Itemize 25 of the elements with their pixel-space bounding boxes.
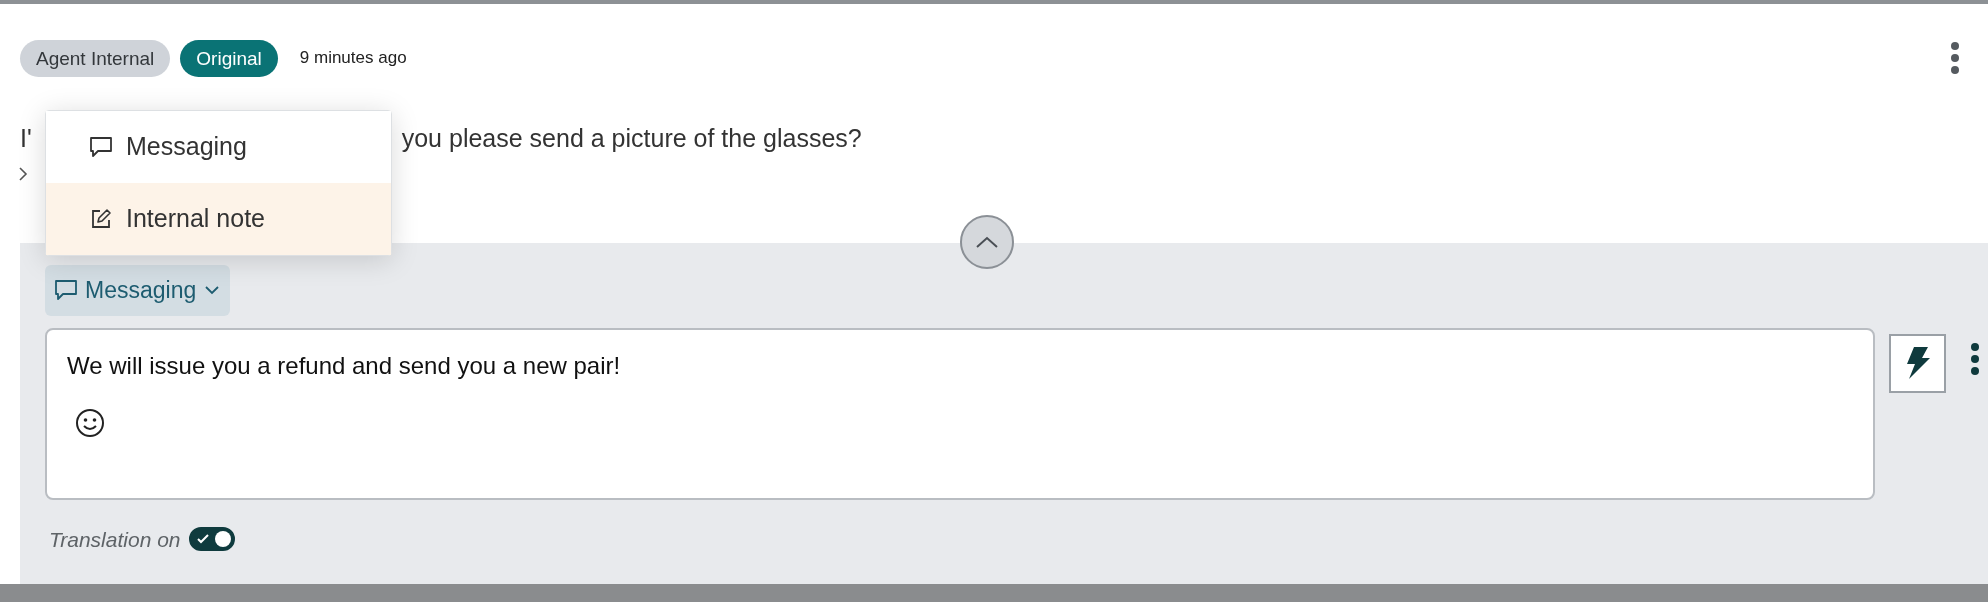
channel-dropdown[interactable]: Messaging xyxy=(45,265,231,316)
collapse-button[interactable] xyxy=(960,215,1014,269)
more-icon xyxy=(1970,341,1980,376)
caret-icon xyxy=(204,285,221,296)
translation-label: Translation on xyxy=(49,526,181,553)
menu-item[interactable]: Messaging xyxy=(46,111,391,183)
lightning-icon xyxy=(1904,346,1931,380)
edit-icon xyxy=(90,208,112,230)
more-icon xyxy=(1950,41,1960,75)
translation-toggle[interactable] xyxy=(188,527,235,552)
smiley-icon xyxy=(75,407,105,438)
chevron-icon xyxy=(18,166,28,182)
tag: Original xyxy=(180,39,278,77)
expand-button[interactable] xyxy=(18,166,28,182)
emoji-button[interactable] xyxy=(75,407,105,438)
menu-item[interactable]: Internal note xyxy=(46,183,391,255)
chat-icon xyxy=(55,280,77,301)
check-icon xyxy=(196,534,209,545)
quick-reply-button[interactable] xyxy=(1889,333,1946,393)
message-text: I' xyxy=(20,123,32,154)
chat-icon xyxy=(90,137,112,157)
chevron-up-icon xyxy=(975,235,999,249)
timestamp: 9 minutes ago xyxy=(299,47,407,70)
tag: Agent Internal xyxy=(20,39,171,77)
message-text: you please send a picture of the glasses? xyxy=(401,123,862,154)
